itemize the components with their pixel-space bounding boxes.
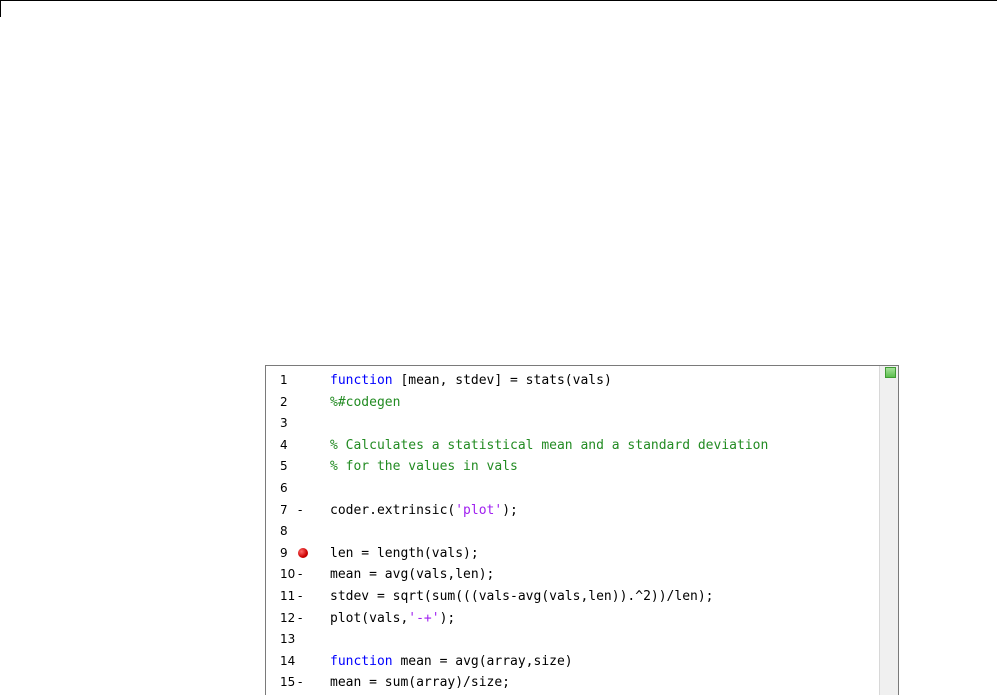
comment-token: % for the values in vals <box>330 459 518 475</box>
code-line[interactable]: 12- plot(vals,'-+'); <box>266 608 881 630</box>
line-code[interactable]: % for the values in vals <box>330 456 518 478</box>
code-line[interactable]: 5 % for the values in vals <box>266 456 881 478</box>
code-line[interactable]: 15- mean = sum(array)/size; <box>266 672 881 694</box>
line-code[interactable]: function [mean, stdev] = stats(vals) <box>330 370 612 392</box>
code-line[interactable]: 6 <box>266 478 881 500</box>
executable-line-marker[interactable]: - <box>298 500 310 522</box>
left-edge-tick <box>0 0 1 17</box>
line-number: 7 <box>280 502 288 517</box>
code-line[interactable]: 3 <box>266 413 881 435</box>
comment-token: %#codegen <box>330 394 401 410</box>
line-code[interactable]: stdev = sqrt(sum(((vals-avg(vals,len)).^… <box>330 586 714 608</box>
line-code[interactable]: % Calculates a statistical mean and a st… <box>330 435 768 457</box>
string-token: 'plot' <box>455 502 503 518</box>
code-line[interactable]: 14 function mean = avg(array,size) <box>266 651 881 673</box>
code-token: len = length(vals); <box>330 545 479 561</box>
line-number: 2 <box>280 394 288 409</box>
line-code[interactable]: function mean = avg(array,size) <box>330 651 573 673</box>
breakpoint-icon[interactable] <box>298 547 308 558</box>
code-line[interactable]: 11- stdev = sqrt(sum(((vals-avg(vals,len)… <box>266 586 881 608</box>
line-code[interactable]: len = length(vals); <box>330 543 479 565</box>
code-token: [mean, stdev] = stats(vals) <box>392 373 612 388</box>
string-token: '-+' <box>408 610 440 626</box>
code-line[interactable]: 10- mean = avg(vals,len); <box>266 564 881 586</box>
code-token: ); <box>502 502 518 518</box>
code-token: ); <box>439 610 456 626</box>
line-number: 14 <box>280 653 296 668</box>
line-number: 12 <box>280 610 296 625</box>
code-line[interactable]: 2 %#codegen <box>266 392 881 414</box>
line-code[interactable]: %#codegen <box>330 392 400 414</box>
code-line[interactable]: 8 <box>266 521 881 543</box>
line-number: 9 <box>280 545 288 560</box>
executable-line-marker[interactable]: - <box>298 672 310 694</box>
top-border-line <box>0 0 997 1</box>
line-number: 10 <box>280 567 296 582</box>
line-number: 1 <box>280 373 288 387</box>
code-token: mean = avg(array,size) <box>392 653 573 669</box>
line-code[interactable]: mean = sum(array)/size; <box>330 672 510 694</box>
line-number: 15 <box>280 675 296 690</box>
line-number: 11 <box>280 588 296 603</box>
line-number: 8 <box>280 524 288 539</box>
code-lines: 1 function [mean, stdev] = stats(vals) 2 %#… <box>266 370 881 694</box>
line-number: 4 <box>280 437 288 452</box>
line-code[interactable]: coder.extrinsic('plot'); <box>330 500 518 522</box>
line-code[interactable]: mean = avg(vals,len); <box>330 564 494 586</box>
code-line[interactable]: 7- coder.extrinsic('plot'); <box>266 500 881 522</box>
line-number: 6 <box>280 480 288 495</box>
executable-line-marker[interactable]: - <box>298 608 310 630</box>
code-line[interactable]: 9 len = length(vals); <box>266 543 881 565</box>
line-number: 5 <box>280 459 288 474</box>
line-code[interactable]: plot(vals,'-+'); <box>330 608 455 630</box>
code-token: coder.extrinsic( <box>330 502 456 518</box>
code-token: stdev = sqrt(sum(((vals-avg(vals,len)).^… <box>330 588 714 604</box>
keyword-token: function <box>330 373 393 388</box>
code-token: mean = avg(vals,len); <box>330 567 495 583</box>
comment-token: % Calculates a statistical mean and a st… <box>330 437 769 453</box>
code-line[interactable]: 4 % Calculates a statistical mean and a s… <box>266 435 881 457</box>
code-line[interactable]: 1 function [mean, stdev] = stats(vals) <box>266 370 881 392</box>
editor-scroll-strip[interactable] <box>879 366 898 695</box>
green-square-icon <box>885 367 896 378</box>
line-number: 13 <box>280 632 296 647</box>
keyword-token: function <box>330 653 393 669</box>
code-token: plot(vals, <box>330 610 409 626</box>
line-number: 3 <box>280 416 288 431</box>
executable-line-marker[interactable]: - <box>298 586 310 608</box>
code-token: mean = sum(array)/size; <box>330 675 511 691</box>
executable-line-marker[interactable]: - <box>298 564 310 586</box>
code-editor[interactable]: 1 function [mean, stdev] = stats(vals) 2 %#… <box>265 365 899 695</box>
code-line[interactable]: 13 <box>266 629 881 651</box>
